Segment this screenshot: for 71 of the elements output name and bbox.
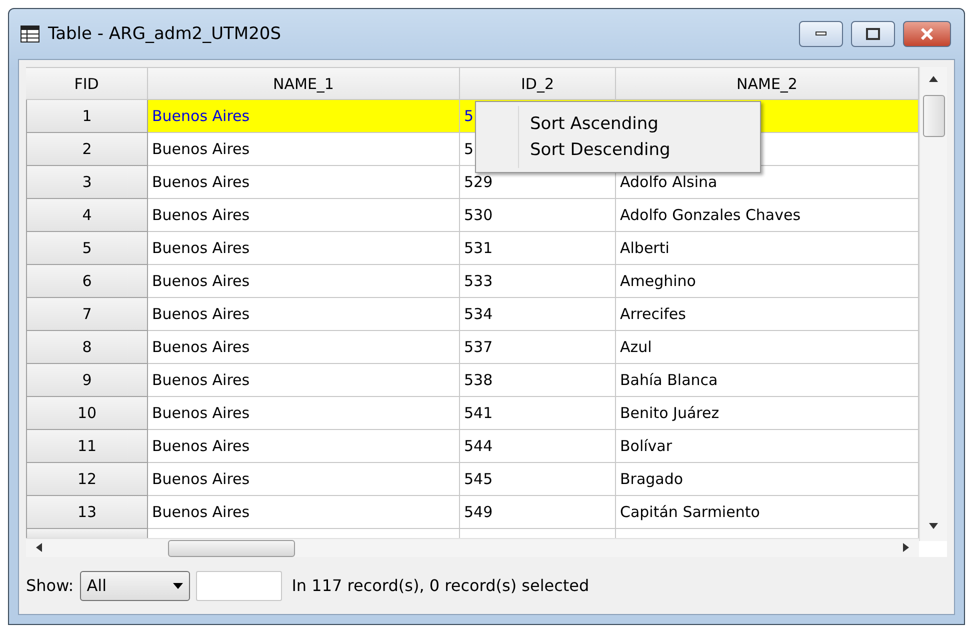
vertical-scrollbar[interactable] bbox=[919, 67, 947, 541]
table-cell: Buenos Aires bbox=[148, 463, 460, 496]
column-header[interactable]: NAME_1 bbox=[148, 67, 460, 100]
close-icon bbox=[920, 28, 934, 40]
table-cell: Arrecifes bbox=[616, 298, 919, 331]
row-header[interactable]: 5 bbox=[26, 232, 148, 265]
record-status: In 117 record(s), 0 record(s) selected bbox=[292, 576, 590, 595]
table-cell: Buenos Aires bbox=[148, 199, 460, 232]
row-header[interactable]: 11 bbox=[26, 430, 148, 463]
table-icon bbox=[20, 25, 40, 43]
right-arrow-icon[interactable] bbox=[903, 543, 909, 552]
row-header[interactable]: 6 bbox=[26, 265, 148, 298]
table-cell: Buenos Aires bbox=[148, 265, 460, 298]
row-header[interactable]: 4 bbox=[26, 199, 148, 232]
row-header[interactable]: 9 bbox=[26, 364, 148, 397]
table-cell: 541 bbox=[460, 397, 616, 430]
table-cell: Bragado bbox=[616, 463, 919, 496]
column-header[interactable]: ID_2 bbox=[460, 67, 616, 100]
row-header[interactable]: 12 bbox=[26, 463, 148, 496]
scroll-thumb[interactable] bbox=[168, 540, 295, 557]
input-field[interactable] bbox=[196, 570, 282, 600]
row-header[interactable]: 1 bbox=[26, 100, 148, 133]
show-dropdown[interactable]: All bbox=[80, 570, 190, 600]
horizontal-scrollbar[interactable] bbox=[26, 538, 919, 557]
row-header[interactable]: 10 bbox=[26, 397, 148, 430]
scroll-thumb[interactable] bbox=[923, 95, 945, 137]
table-cell: Buenos Aires bbox=[148, 166, 460, 199]
table-cell: Buenos Aires bbox=[148, 100, 460, 133]
table-cell: Bahía Blanca bbox=[616, 364, 919, 397]
table-cell: Buenos Aires bbox=[148, 298, 460, 331]
table-cell: 533 bbox=[460, 265, 616, 298]
table-cell: Buenos Aires bbox=[148, 232, 460, 265]
maximize-button[interactable] bbox=[851, 21, 895, 47]
column-header[interactable]: FID bbox=[26, 67, 148, 100]
table-cell: 531 bbox=[460, 232, 616, 265]
table-cell: 538 bbox=[460, 364, 616, 397]
up-arrow-icon[interactable] bbox=[929, 76, 938, 82]
minimize-button[interactable] bbox=[799, 21, 843, 47]
table-cell: Adolfo Gonzales Chaves bbox=[616, 199, 919, 232]
show-label: Show: bbox=[26, 576, 74, 595]
table-cell: 549 bbox=[460, 496, 616, 529]
table-cell: 544 bbox=[460, 430, 616, 463]
close-button[interactable] bbox=[903, 21, 951, 47]
table-cell: Buenos Aires bbox=[148, 331, 460, 364]
left-arrow-icon[interactable] bbox=[36, 543, 42, 552]
column-header[interactable]: NAME_2 bbox=[616, 67, 919, 100]
table-cell: Capitán Sarmiento bbox=[616, 496, 919, 529]
table-cell: Azul bbox=[616, 331, 919, 364]
table-cell: 534 bbox=[460, 298, 616, 331]
table-cell: 537 bbox=[460, 331, 616, 364]
row-header[interactable]: 13 bbox=[26, 496, 148, 529]
row-header[interactable]: 3 bbox=[26, 166, 148, 199]
row-header[interactable]: 2 bbox=[26, 133, 148, 166]
table-cell: Buenos Aires bbox=[148, 133, 460, 166]
table-cell: 545 bbox=[460, 463, 616, 496]
table-cell: 530 bbox=[460, 199, 616, 232]
down-arrow-icon[interactable] bbox=[929, 523, 938, 529]
table-cell: Ameghino bbox=[616, 265, 919, 298]
caret-icon bbox=[172, 582, 183, 588]
minimize-icon bbox=[815, 31, 827, 37]
maximize-icon bbox=[866, 28, 880, 40]
row-header[interactable]: 8 bbox=[26, 331, 148, 364]
row-header[interactable]: 7 bbox=[26, 298, 148, 331]
table-cell: Buenos Aires bbox=[148, 397, 460, 430]
window-title: Table - ARG_adm2_UTM20S bbox=[48, 24, 282, 44]
table-cell: Bolívar bbox=[616, 430, 919, 463]
table-cell: Buenos Aires bbox=[148, 430, 460, 463]
table-cell: Benito Juárez bbox=[616, 397, 919, 430]
table-cell: Alberti bbox=[616, 232, 919, 265]
table-cell: Buenos Aires bbox=[148, 496, 460, 529]
table-cell: Buenos Aires bbox=[148, 364, 460, 397]
